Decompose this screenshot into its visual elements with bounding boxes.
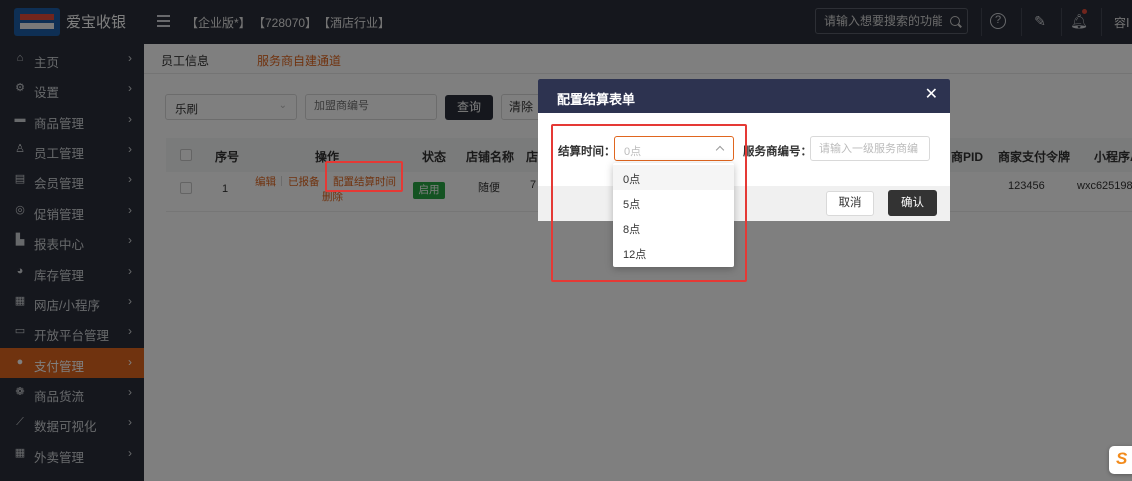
close-icon[interactable]: ✕ <box>925 87 938 103</box>
provider-number-input[interactable] <box>819 141 923 156</box>
annotation-highlight-box <box>325 161 403 192</box>
modal-header: 配置结算表单 ✕ <box>538 79 950 113</box>
cancel-button[interactable]: 取消 <box>826 191 874 216</box>
confirm-button[interactable]: 确认 <box>888 190 937 216</box>
modal-title: 配置结算表单 <box>557 92 636 107</box>
provider-number-field[interactable] <box>810 136 930 161</box>
floating-helper-icon[interactable]: S <box>1109 446 1132 474</box>
annotation-highlight-box <box>551 124 747 282</box>
provider-number-label: 服务商编号： <box>743 146 812 158</box>
